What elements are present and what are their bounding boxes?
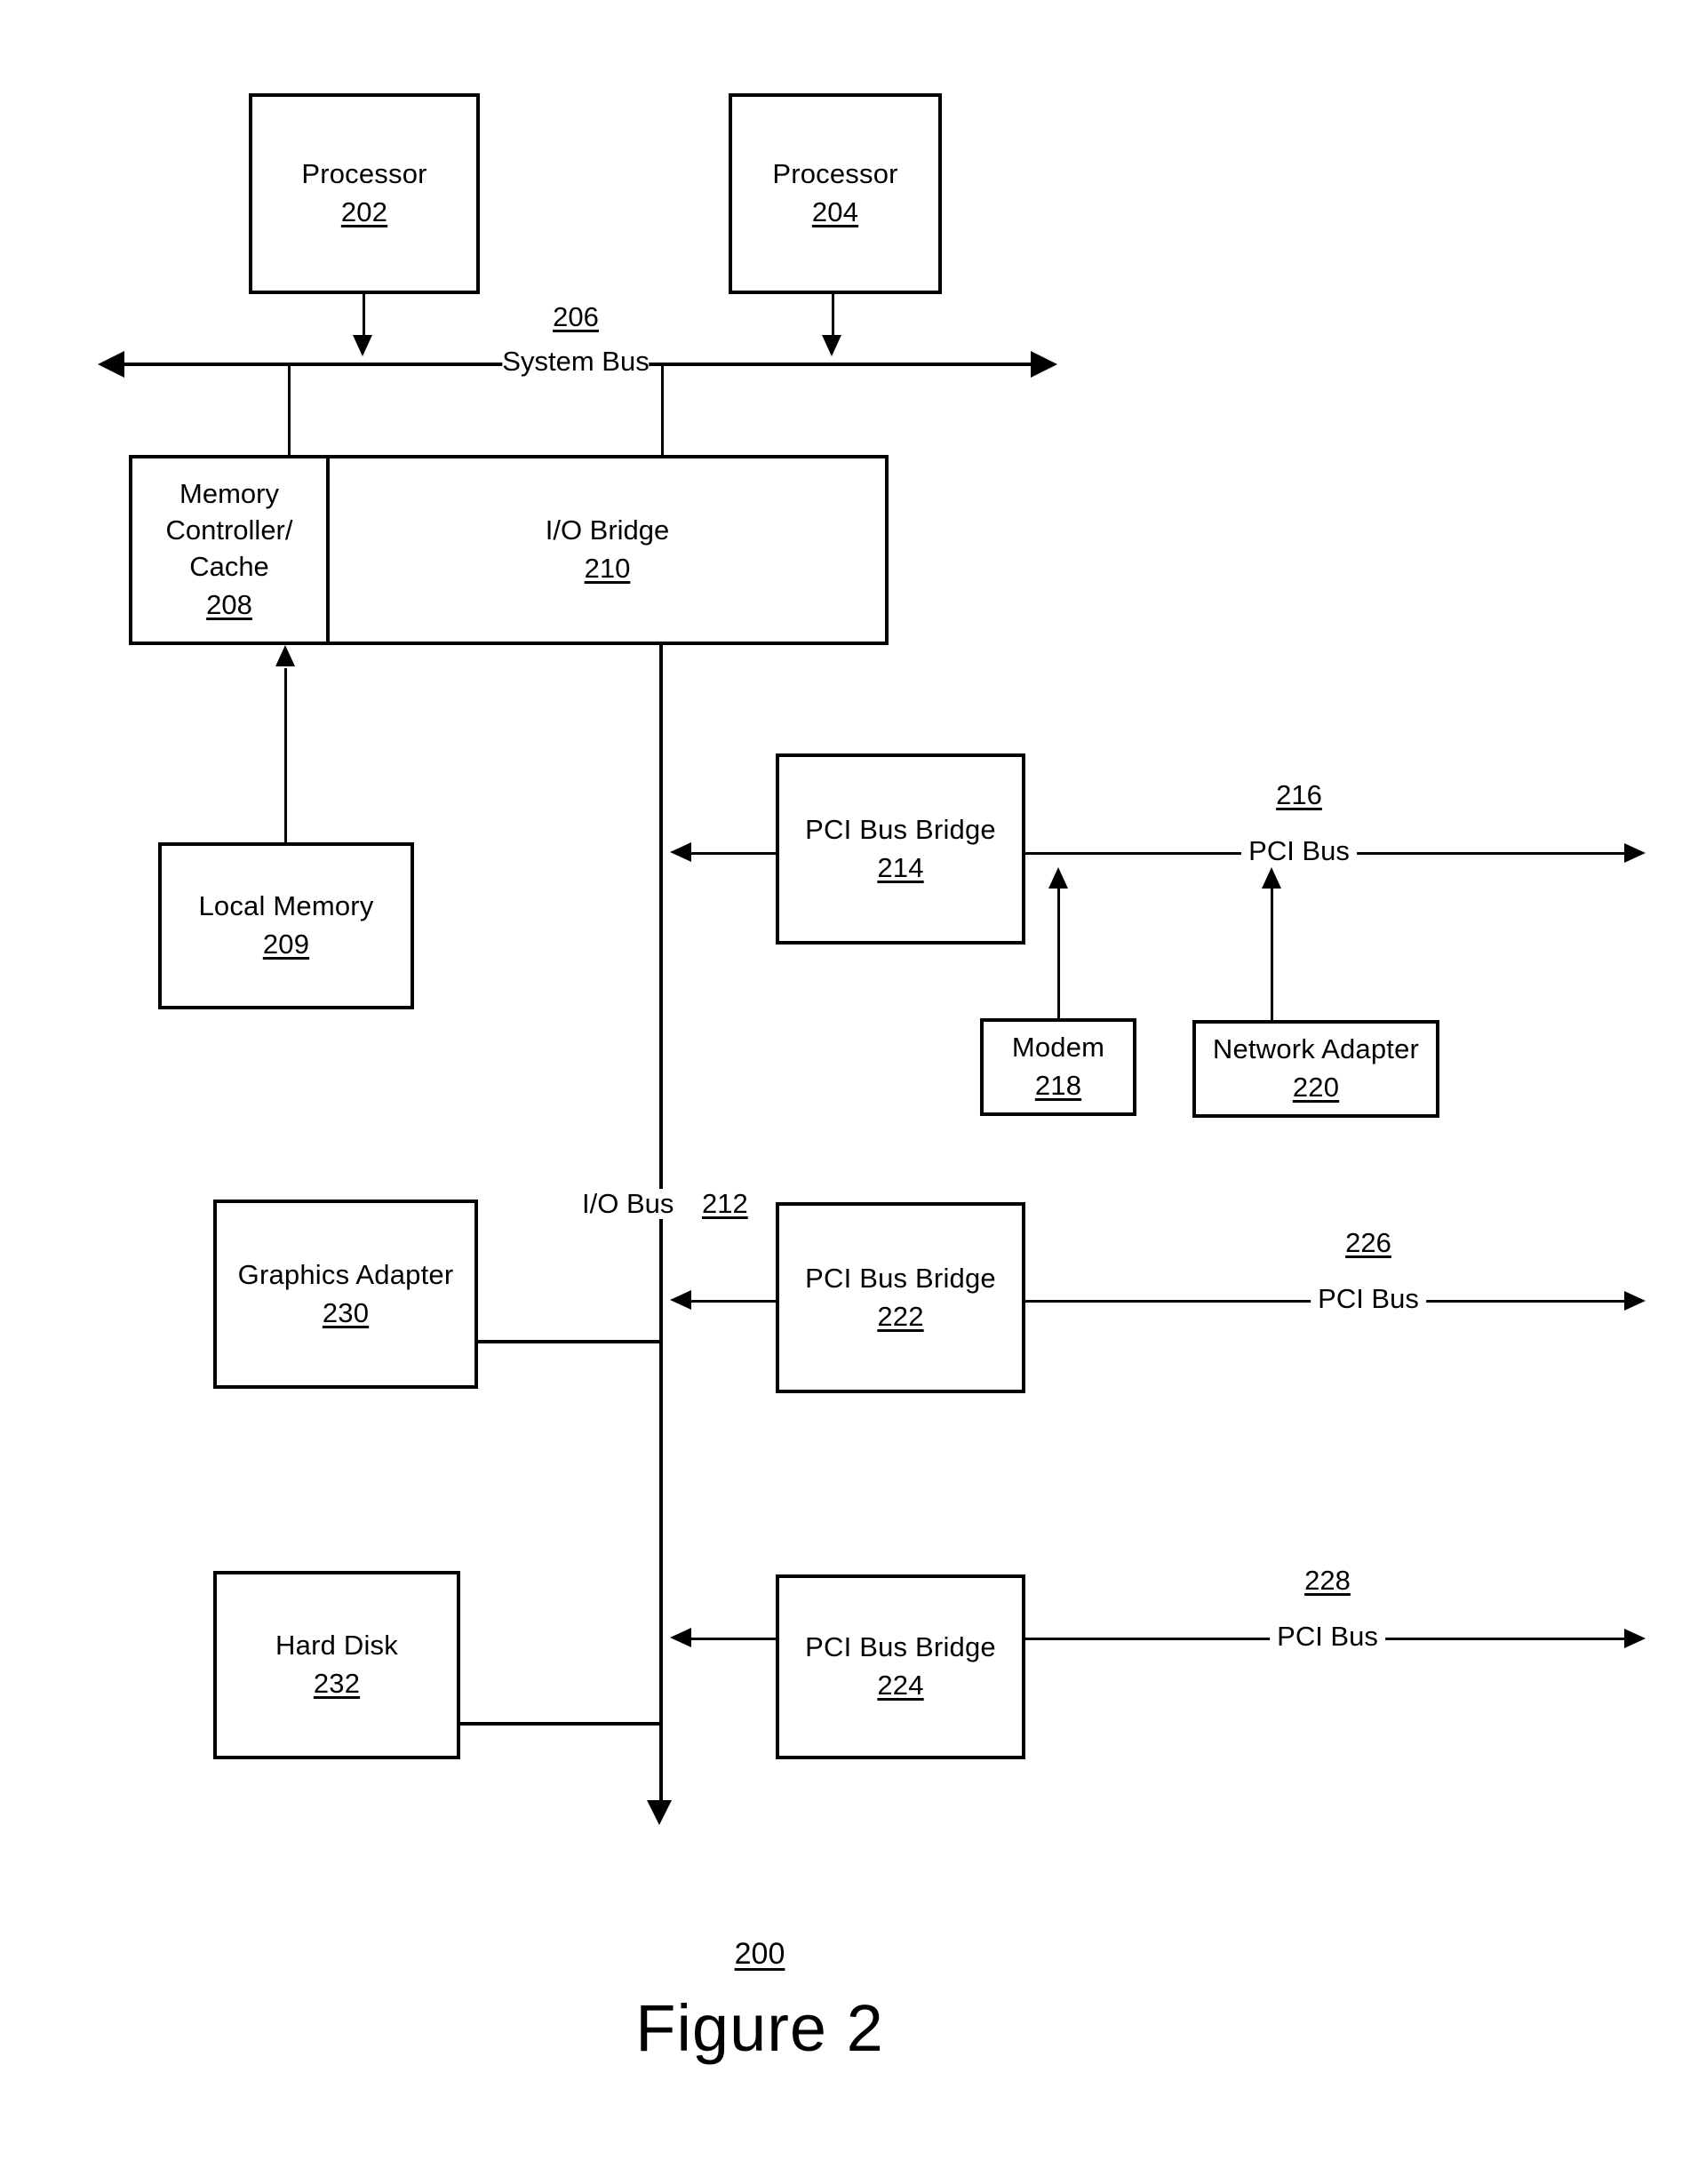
pci-bus-228-label: PCI Bus [1270, 1621, 1385, 1653]
arrowhead-left-bridge222 [670, 1290, 691, 1310]
connector-proc204-to-system-bus [832, 294, 834, 337]
block-title: Local Memory [198, 890, 374, 922]
block-title: Processor [772, 158, 898, 190]
connector-graphics-adapter-to-io-bus [474, 1340, 663, 1343]
block-ref: 208 [206, 588, 252, 620]
pci-bus-226-line-right [1423, 1300, 1626, 1303]
pci-bus-216-line-right [1355, 852, 1626, 855]
block-processor-204: Processor 204 [729, 93, 942, 294]
block-ref: 218 [1034, 1070, 1082, 1101]
block-modem-218: Modem 218 [980, 1018, 1136, 1116]
connector-local-memory-to-memory-controller [284, 668, 287, 844]
arrowhead-up-network-adapter [1262, 867, 1281, 889]
figure-number-ref: 200 [734, 1937, 785, 1971]
block-pci-bus-bridge-214: PCI Bus Bridge 214 [776, 753, 1025, 945]
block-memory-controller-io-bridge: Memory Controller/ Cache 208 I/O Bridge … [129, 455, 889, 645]
connector-hard-disk-to-io-bus [457, 1722, 663, 1726]
block-pci-bus-bridge-222: PCI Bus Bridge 222 [776, 1202, 1025, 1393]
connector-modem-to-pci-bus-216 [1057, 889, 1060, 1020]
figure-caption: Figure 2 [635, 1991, 884, 2065]
block-ref: 220 [1292, 1072, 1340, 1103]
block-hard-disk-232: Hard Disk 232 [213, 1571, 460, 1759]
pci-bus-228-ref: 228 [1304, 1565, 1351, 1597]
block-ref: 224 [877, 1670, 924, 1701]
pci-bus-216-line-left [1024, 852, 1241, 855]
connector-bridge224-to-io-bus [691, 1638, 778, 1640]
block-title: PCI Bus Bridge [805, 813, 996, 845]
block-title: Processor [301, 158, 427, 190]
block-title: PCI Bus Bridge [805, 1262, 996, 1294]
block-ref: 214 [877, 851, 924, 883]
arrowhead-right-pci-bus-216 [1624, 843, 1646, 863]
connector-system-bus-to-io-bridge [661, 364, 664, 457]
pci-bus-228-line-right [1384, 1638, 1626, 1640]
io-bus-label: I/O Bus [582, 1188, 680, 1220]
block-ref: 209 [262, 929, 310, 960]
connector-bridge222-to-io-bus [691, 1300, 778, 1303]
block-memory-controller-208: Memory Controller/ Cache 208 [132, 458, 330, 642]
arrowhead-down-proc202 [353, 335, 372, 356]
block-title: PCI Bus Bridge [805, 1631, 996, 1663]
block-title: Graphics Adapter [237, 1258, 454, 1290]
io-bus-line [659, 645, 663, 1805]
pci-bus-216-ref: 216 [1276, 779, 1322, 811]
block-ref: 204 [811, 196, 859, 227]
block-title: I/O Bridge [545, 514, 670, 546]
connector-proc202-to-system-bus [363, 294, 365, 337]
pci-bus-216-label: PCI Bus [1241, 835, 1357, 867]
connector-bridge214-to-io-bus [691, 852, 778, 855]
system-bus-label: System Bus [502, 346, 650, 378]
arrowhead-right-pci-bus-228 [1624, 1629, 1646, 1648]
arrowhead-left-bridge224 [670, 1628, 691, 1647]
arrowhead-left-bridge214 [670, 842, 691, 862]
arrowhead-down-proc204 [822, 335, 841, 356]
block-title: Network Adapter [1212, 1033, 1420, 1065]
arrowhead-down-io-bus [647, 1800, 672, 1825]
block-network-adapter-220: Network Adapter 220 [1192, 1020, 1439, 1118]
figure-sheet: Processor 202 Processor 204 206 System B… [0, 0, 1690, 2184]
connector-system-bus-to-memory-controller [288, 364, 291, 457]
block-local-memory-209: Local Memory 209 [158, 842, 414, 1009]
block-ref: 210 [584, 553, 631, 584]
block-ref: 232 [313, 1668, 361, 1699]
io-bus-ref: 212 [702, 1188, 748, 1220]
block-ref: 230 [322, 1296, 370, 1328]
pci-bus-226-ref: 226 [1345, 1227, 1391, 1259]
block-io-bridge-210: I/O Bridge 210 [330, 458, 885, 642]
arrowhead-up-modem [1048, 867, 1068, 889]
block-processor-202: Processor 202 [249, 93, 480, 294]
pci-bus-226-line-left [1024, 1300, 1313, 1303]
connector-network-adapter-to-pci-bus-216 [1271, 889, 1273, 1022]
block-title: Modem [1011, 1032, 1105, 1064]
block-pci-bus-bridge-224: PCI Bus Bridge 224 [776, 1574, 1025, 1759]
arrowhead-right-system-bus [1031, 351, 1057, 378]
arrowhead-left-system-bus [98, 351, 124, 378]
arrowhead-up-local-memory [275, 645, 295, 666]
pci-bus-228-line-left [1024, 1638, 1271, 1640]
block-title: Hard Disk [275, 1630, 398, 1662]
block-title: Memory Controller/ Cache [165, 478, 293, 582]
block-ref: 202 [340, 196, 388, 227]
block-graphics-adapter-230: Graphics Adapter 230 [213, 1200, 478, 1389]
pci-bus-226-label: PCI Bus [1311, 1283, 1426, 1315]
arrowhead-right-pci-bus-226 [1624, 1291, 1646, 1311]
system-bus-ref: 206 [553, 301, 599, 333]
block-ref: 222 [877, 1300, 924, 1332]
